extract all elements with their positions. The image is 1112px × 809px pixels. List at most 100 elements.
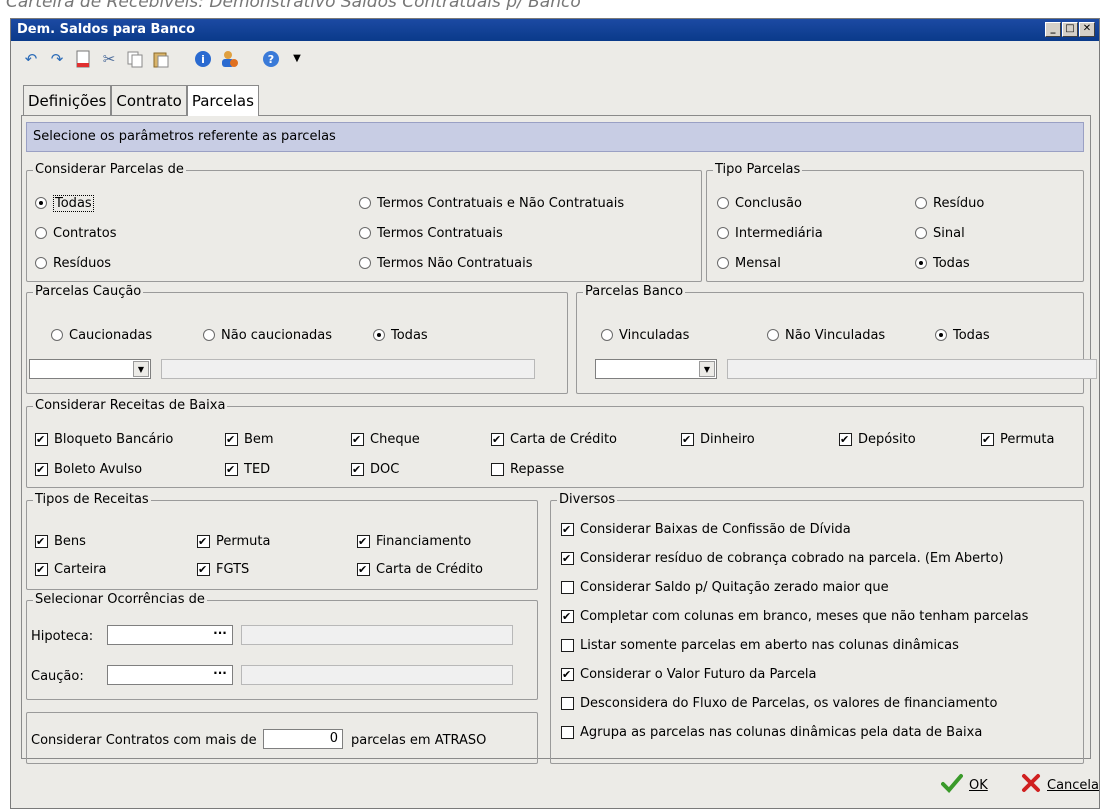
checkbox[interactable] <box>561 696 574 710</box>
radio-button[interactable] <box>359 197 371 209</box>
radio-button[interactable] <box>915 227 927 239</box>
check-agrupa-data-baixa[interactable]: Agrupa as parcelas nas colunas dinâmicas… <box>561 724 982 740</box>
checkbox[interactable] <box>351 462 364 476</box>
radio-banco-vinculadas[interactable]: Vinculadas <box>601 327 689 343</box>
tab-parcelas[interactable]: Parcelas <box>186 85 259 116</box>
close-button[interactable]: ✕ <box>1079 22 1095 37</box>
radio-caucao-caucionadas[interactable]: Caucionadas <box>51 327 152 343</box>
radio-parcelas-todas[interactable]: Todas <box>35 194 94 212</box>
user-icon[interactable] <box>219 49 239 69</box>
radio-button[interactable] <box>359 227 371 239</box>
caucao-lookup-field[interactable]: ··· <box>107 665 233 685</box>
tab-definicoes[interactable]: Definições <box>23 85 112 115</box>
radio-button[interactable] <box>359 257 371 269</box>
check-valor-futuro[interactable]: Considerar o Valor Futuro da Parcela <box>561 666 817 682</box>
check-doc[interactable]: DOC <box>351 461 399 477</box>
checkbox[interactable] <box>357 534 370 548</box>
checkbox[interactable] <box>35 432 48 446</box>
radio-caucao-nao-caucionadas[interactable]: Não caucionadas <box>203 327 332 343</box>
undo-icon[interactable]: ↶ <box>21 49 41 69</box>
minimize-button[interactable]: _ <box>1045 22 1061 37</box>
check-parcelas-aberto[interactable]: Listar somente parcelas em aberto nas co… <box>561 637 959 653</box>
check-repasse[interactable]: Repasse <box>491 461 564 477</box>
radio-button[interactable] <box>915 197 927 209</box>
cut-icon[interactable]: ✂ <box>99 49 119 69</box>
checkbox[interactable] <box>681 432 694 446</box>
checkbox[interactable] <box>35 534 48 548</box>
radio-tipo-conclusao[interactable]: Conclusão <box>717 195 802 211</box>
hipoteca-lookup-field[interactable]: ··· <box>107 625 233 645</box>
checkbox[interactable] <box>225 462 238 476</box>
checkbox[interactable] <box>35 562 48 576</box>
cancel-button[interactable]: Cancela <box>1021 774 1099 796</box>
check-residuo-cobranca[interactable]: Considerar resíduo de cobrança cobrado n… <box>561 550 1004 566</box>
check-colunas-branco[interactable]: Completar com colunas em branco, meses q… <box>561 608 1028 624</box>
radio-button[interactable] <box>915 257 927 269</box>
radio-parcelas-termos-nao-contratuais[interactable]: Termos Não Contratuais <box>359 255 533 271</box>
radio-parcelas-residuos[interactable]: Resíduos <box>35 255 111 271</box>
radio-tipo-mensal[interactable]: Mensal <box>717 255 781 271</box>
radio-parcelas-termos-contratuais[interactable]: Termos Contratuais <box>359 225 503 241</box>
check-carta-credito[interactable]: Carta de Crédito <box>491 431 617 447</box>
radio-tipo-sinal[interactable]: Sinal <box>915 225 965 241</box>
radio-parcelas-termos-contratuais-e-nao[interactable]: Termos Contratuais e Não Contratuais <box>359 195 624 211</box>
checkbox[interactable] <box>561 580 574 594</box>
maximize-button[interactable]: □ <box>1062 22 1078 37</box>
check-deposito[interactable]: Depósito <box>839 431 916 447</box>
check-financiamento[interactable]: Financiamento <box>357 533 471 549</box>
radio-parcelas-contratos[interactable]: Contratos <box>35 225 117 241</box>
paste-icon[interactable] <box>151 49 171 69</box>
radio-button[interactable] <box>203 329 215 341</box>
check-boleto-avulso[interactable]: Boleto Avulso <box>35 461 142 477</box>
radio-button[interactable] <box>767 329 779 341</box>
radio-button[interactable] <box>373 329 385 341</box>
ellipsis-icon[interactable]: ··· <box>210 667 230 683</box>
caucao-combo[interactable]: ▼ <box>29 359 151 379</box>
radio-button[interactable] <box>601 329 613 341</box>
check-tipo-carta-credito[interactable]: Carta de Crédito <box>357 561 483 577</box>
checkbox[interactable] <box>35 462 48 476</box>
radio-button[interactable] <box>935 329 947 341</box>
radio-banco-todas[interactable]: Todas <box>935 327 990 343</box>
ellipsis-icon[interactable]: ··· <box>210 627 230 643</box>
banco-combo[interactable]: ▼ <box>595 359 717 379</box>
radio-button[interactable] <box>717 227 729 239</box>
checkbox[interactable] <box>561 725 574 739</box>
check-baixas-confissao[interactable]: Considerar Baixas de Confissão de Dívida <box>561 521 851 537</box>
atraso-count-input[interactable]: 0 <box>263 729 343 749</box>
radio-banco-nao-vinculadas[interactable]: Não Vinculadas <box>767 327 885 343</box>
chevron-down-icon[interactable]: ▼ <box>287 49 307 69</box>
check-cheque[interactable]: Cheque <box>351 431 420 447</box>
checkbox[interactable] <box>491 432 504 446</box>
check-dinheiro[interactable]: Dinheiro <box>681 431 755 447</box>
checkbox[interactable] <box>561 667 574 681</box>
radio-tipo-residuo[interactable]: Resíduo <box>915 195 984 211</box>
check-tipo-permuta[interactable]: Permuta <box>197 533 270 549</box>
checkbox[interactable] <box>561 609 574 623</box>
check-permuta[interactable]: Permuta <box>981 431 1054 447</box>
radio-tipo-todas[interactable]: Todas <box>915 255 970 271</box>
radio-button[interactable] <box>35 227 47 239</box>
new-document-icon[interactable] <box>73 49 93 69</box>
info-icon[interactable]: i <box>193 49 213 69</box>
checkbox[interactable] <box>561 551 574 565</box>
check-saldo-quitacao[interactable]: Considerar Saldo p/ Quitação zerado maio… <box>561 579 889 595</box>
copy-icon[interactable] <box>125 49 145 69</box>
checkbox[interactable] <box>981 432 994 446</box>
tab-contrato[interactable]: Contrato <box>111 85 187 115</box>
checkbox[interactable] <box>491 462 504 476</box>
check-ted[interactable]: TED <box>225 461 270 477</box>
check-carteira[interactable]: Carteira <box>35 561 106 577</box>
radio-button[interactable] <box>35 197 47 209</box>
radio-button[interactable] <box>717 197 729 209</box>
checkbox[interactable] <box>561 522 574 536</box>
radio-button[interactable] <box>51 329 63 341</box>
checkbox[interactable] <box>197 534 210 548</box>
checkbox[interactable] <box>357 562 370 576</box>
help-icon[interactable]: ? <box>261 49 281 69</box>
checkbox[interactable] <box>197 562 210 576</box>
checkbox[interactable] <box>225 432 238 446</box>
ok-button[interactable]: OK <box>941 774 988 796</box>
check-bens[interactable]: Bens <box>35 533 86 549</box>
check-desconsidera-financiamento[interactable]: Desconsidera do Fluxo de Parcelas, os va… <box>561 695 997 711</box>
